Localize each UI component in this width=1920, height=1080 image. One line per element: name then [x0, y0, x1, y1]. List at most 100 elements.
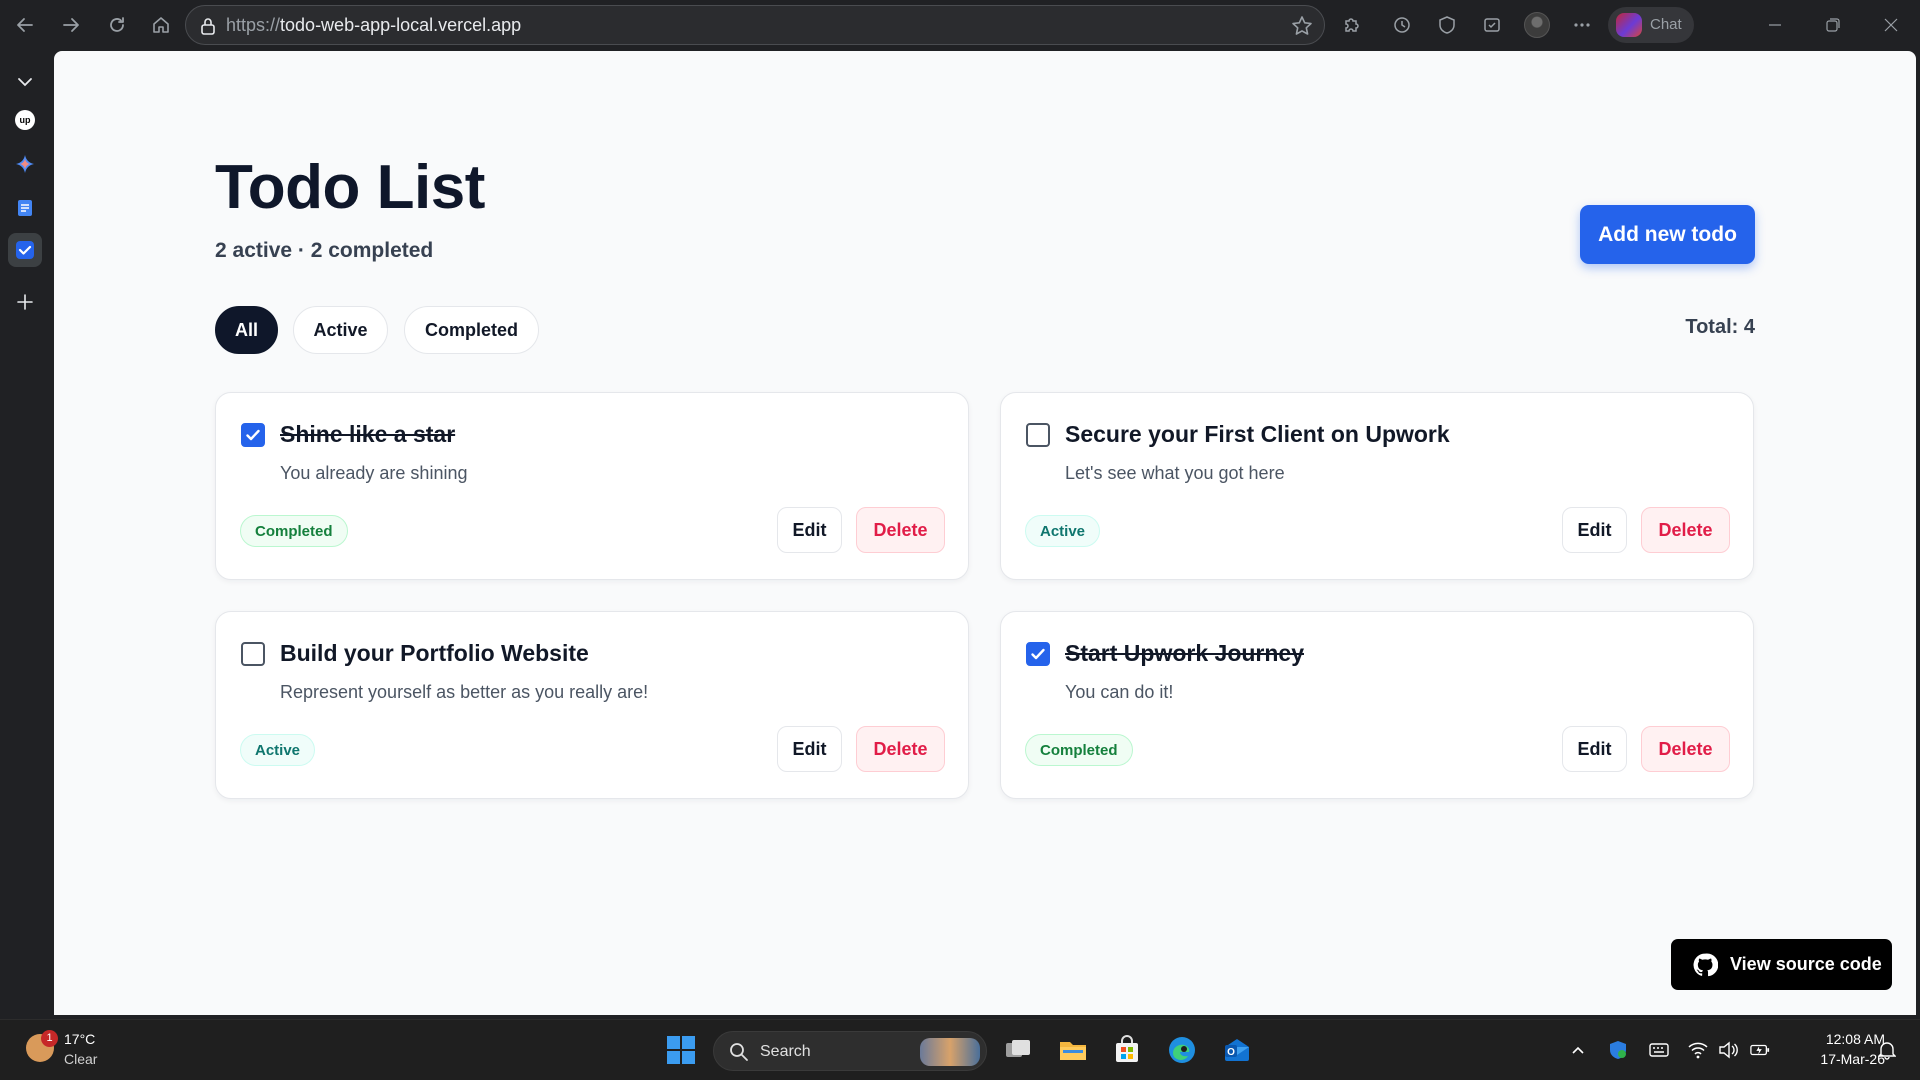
- copilot-icon: [1616, 13, 1642, 37]
- shield-button[interactable]: [1433, 11, 1461, 39]
- sidebar-item-docs[interactable]: [8, 191, 42, 225]
- upwork-icon: up: [15, 110, 35, 130]
- notifications-button[interactable]: [1877, 1040, 1897, 1060]
- screenshot-icon: [1484, 18, 1500, 32]
- keyboard-tray-icon[interactable]: [1649, 1040, 1669, 1060]
- weather-temperature: 17°C: [64, 1031, 96, 1047]
- todo-checkbox[interactable]: [241, 642, 265, 666]
- delete-button[interactable]: Delete: [856, 507, 945, 553]
- history-button[interactable]: [1388, 11, 1416, 39]
- tray-overflow-button[interactable]: [1568, 1040, 1588, 1060]
- more-button[interactable]: [1568, 11, 1596, 39]
- edit-button[interactable]: Edit: [777, 726, 842, 772]
- status-badge: Active: [240, 734, 316, 766]
- wifi-icon: [1688, 1042, 1708, 1059]
- volume-tray-icon[interactable]: [1718, 1040, 1738, 1060]
- windows-icon: [667, 1036, 695, 1064]
- shield-icon: [1610, 1041, 1626, 1059]
- close-icon: [1884, 18, 1898, 32]
- home-button[interactable]: [146, 10, 176, 40]
- todo-checkbox[interactable]: [1026, 423, 1050, 447]
- extensions-button[interactable]: [1338, 11, 1366, 39]
- view-source-button[interactable]: View source code: [1671, 939, 1892, 990]
- page-title: Todo List: [215, 153, 485, 222]
- delete-button[interactable]: Delete: [1641, 726, 1730, 772]
- sidebar-collapse-button[interactable]: [8, 65, 42, 99]
- todo-description: Represent yourself as better as you real…: [280, 682, 649, 702]
- reload-button[interactable]: [102, 10, 132, 40]
- todo-title: Secure your First Client on Upwork: [1065, 421, 1450, 447]
- filter-completed[interactable]: Completed: [404, 306, 539, 354]
- status-badge: Completed: [1025, 734, 1133, 766]
- chat-label: Chat: [1650, 16, 1682, 33]
- filter-all[interactable]: All: [215, 306, 278, 354]
- url-protocol: https://: [226, 15, 281, 35]
- sidebar-item-todo[interactable]: [8, 233, 42, 267]
- outlook-icon: O: [1225, 1039, 1249, 1061]
- store-button[interactable]: [1110, 1033, 1144, 1067]
- delete-button[interactable]: Delete: [856, 726, 945, 772]
- profile-avatar: [1524, 12, 1550, 38]
- todo-summary: 2 active · 2 completed: [215, 239, 434, 262]
- total-count: Total: 4: [1685, 316, 1755, 338]
- battery-icon: [1750, 1044, 1770, 1056]
- store-icon: [1116, 1035, 1138, 1062]
- shield-icon: [1439, 16, 1455, 34]
- arrow-left-icon: [17, 18, 33, 32]
- edge-button[interactable]: [1165, 1033, 1199, 1067]
- sidebar-add-button[interactable]: [8, 285, 42, 319]
- filter-active[interactable]: Active: [293, 306, 388, 354]
- back-button[interactable]: [10, 10, 40, 40]
- delete-button[interactable]: Delete: [1641, 507, 1730, 553]
- wifi-tray-icon[interactable]: [1688, 1040, 1708, 1060]
- keyboard-icon: [1649, 1043, 1669, 1057]
- defender-tray-icon[interactable]: [1608, 1040, 1628, 1060]
- file-explorer-button[interactable]: [1056, 1033, 1090, 1067]
- todo-description: You already are shining: [280, 463, 468, 483]
- edit-button[interactable]: Edit: [1562, 507, 1627, 553]
- view-source-label: View source code: [1730, 954, 1882, 974]
- profile-button[interactable]: [1523, 11, 1551, 39]
- close-button[interactable]: [1868, 10, 1914, 40]
- reload-icon: [110, 17, 124, 32]
- todo-description: Let's see what you got here: [1065, 463, 1285, 483]
- puzzle-icon: [1345, 18, 1359, 32]
- task-view-button[interactable]: [1001, 1033, 1035, 1067]
- todo-title: Start Upwork Journey: [1065, 640, 1304, 666]
- chat-button[interactable]: Chat: [1608, 7, 1694, 43]
- search-highlight-image: [920, 1038, 980, 1066]
- todo-checkbox[interactable]: [241, 423, 265, 447]
- todo-description: You can do it!: [1065, 682, 1174, 702]
- search-label: Search: [760, 1043, 811, 1060]
- sidebar-item-upwork[interactable]: up: [8, 103, 42, 137]
- minimize-button[interactable]: [1752, 10, 1798, 40]
- checkbox-icon: [16, 241, 34, 259]
- todo-checkbox[interactable]: [1026, 642, 1050, 666]
- todo-card: Build your Portfolio Website Represent y…: [215, 611, 969, 799]
- status-badge: Completed: [240, 515, 348, 547]
- sidebar-item-gemini[interactable]: [8, 147, 42, 181]
- task-view-icon: [1006, 1040, 1030, 1057]
- star-icon[interactable]: [1291, 15, 1313, 37]
- todo-card: Start Upwork Journey You can do it! Comp…: [1000, 611, 1754, 799]
- forward-button[interactable]: [56, 10, 86, 40]
- edit-button[interactable]: Edit: [777, 507, 842, 553]
- folder-icon: [1060, 1042, 1086, 1060]
- battery-tray-icon[interactable]: [1750, 1040, 1770, 1060]
- bell-icon: [1878, 1042, 1896, 1060]
- browser-toolbar: https://todo-web-app-local.vercel.app Ch…: [0, 0, 1920, 51]
- taskbar-search[interactable]: Search: [713, 1031, 987, 1071]
- restore-button[interactable]: [1810, 10, 1856, 40]
- lock-icon: [201, 18, 215, 35]
- edge-icon: [1169, 1037, 1195, 1063]
- todo-card: Secure your First Client on Upwork Let's…: [1000, 392, 1754, 580]
- arrow-right-icon: [63, 18, 79, 32]
- add-todo-button[interactable]: Add new todo: [1580, 205, 1755, 264]
- start-button[interactable]: [664, 1033, 698, 1067]
- outlook-button[interactable]: O: [1220, 1033, 1254, 1067]
- weather-description: Clear: [64, 1051, 98, 1067]
- edit-button[interactable]: Edit: [1562, 726, 1627, 772]
- search-icon: [730, 1043, 748, 1061]
- screenshot-button[interactable]: [1478, 11, 1506, 39]
- address-bar[interactable]: https://todo-web-app-local.vercel.app: [185, 5, 1325, 45]
